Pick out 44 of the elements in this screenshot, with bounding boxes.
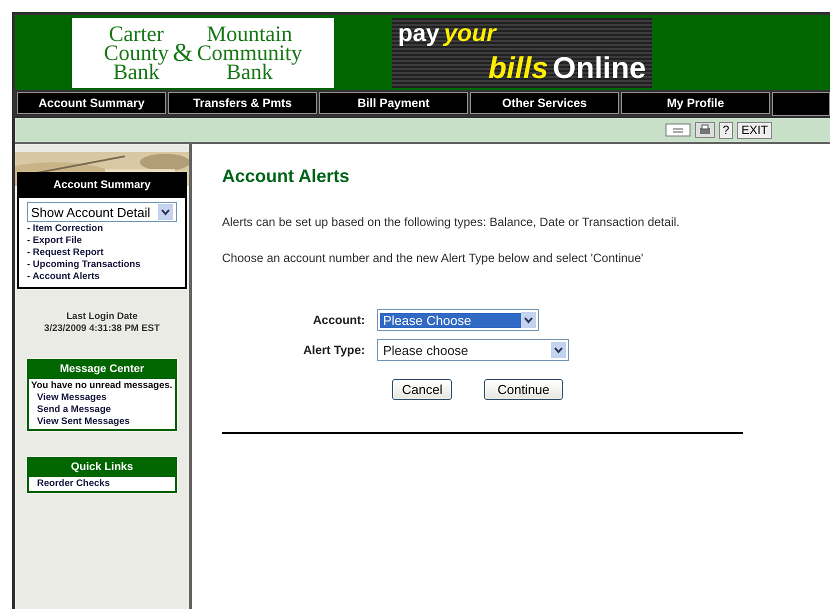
logo-text: & <box>172 38 193 68</box>
form-button[interactable]: Continue <box>484 379 563 400</box>
mail-icon[interactable] <box>664 122 691 138</box>
logo-text: Mountain <box>206 24 292 43</box>
message-link[interactable]: Send a Message <box>31 404 173 416</box>
banner-text: pay <box>398 20 440 46</box>
help-button[interactable]: ? <box>718 122 734 138</box>
login-date: 3/23/2009 4:31:38 PM EST <box>44 323 160 335</box>
panel-title: Account Summary <box>19 174 185 198</box>
logo-text: Bank <box>113 62 160 81</box>
instruction-text: Alerts can be set up based on the following types: Balance, Date or Transaction detail. <box>222 215 681 229</box>
dropdown-field[interactable]: Please Choose <box>377 309 539 331</box>
sidebar-link[interactable]: - Export File <box>27 235 177 247</box>
sidebar-link[interactable]: - Upcoming Transactions <box>27 259 177 271</box>
banner-text: bills <box>488 52 548 84</box>
panel-title: Message Center <box>58 362 146 377</box>
instruction-text: Choose an account number and the new Alert Type below and select 'Continue' <box>222 251 644 265</box>
panel-title: Quick Links <box>70 460 134 475</box>
nav-tab[interactable]: My Profile <box>621 92 770 114</box>
page-title: Account Alerts <box>222 166 350 187</box>
field-label: Alert Type: <box>303 343 365 357</box>
form-button[interactable]: Cancel <box>392 379 452 400</box>
banner-text: your <box>444 20 496 46</box>
exit-button[interactable]: EXIT <box>737 122 772 138</box>
message-text: You have no unread messages. <box>31 380 173 392</box>
sidebar-link[interactable]: - Request Report <box>27 247 177 259</box>
nav-tab[interactable]: Bill Payment <box>319 92 468 114</box>
printer-icon[interactable] <box>694 122 715 138</box>
quick-link[interactable]: Reorder Checks <box>31 478 173 490</box>
nav-tab[interactable]: Other Services <box>470 92 619 114</box>
dropdown-field[interactable]: Please choose <box>377 339 569 361</box>
nav-tab[interactable]: Transfers & Pmts <box>168 92 317 114</box>
sidebar-link[interactable]: - Account Alerts <box>27 271 177 283</box>
logo-text: Bank <box>226 62 273 81</box>
account-select[interactable]: Show Account Detail <box>27 202 177 222</box>
logo-text: Carter <box>108 24 164 43</box>
login-label: Last Login Date <box>66 311 138 323</box>
field-label: Account: <box>313 313 365 327</box>
sidebar-link[interactable]: - Item Correction <box>27 223 177 235</box>
banner-text: Online <box>552 52 646 84</box>
nav-tab-blank <box>772 92 830 116</box>
message-link[interactable]: View Sent Messages <box>31 416 173 428</box>
message-link[interactable]: View Messages <box>31 392 173 404</box>
nav-tab[interactable]: Account Summary <box>17 92 166 114</box>
